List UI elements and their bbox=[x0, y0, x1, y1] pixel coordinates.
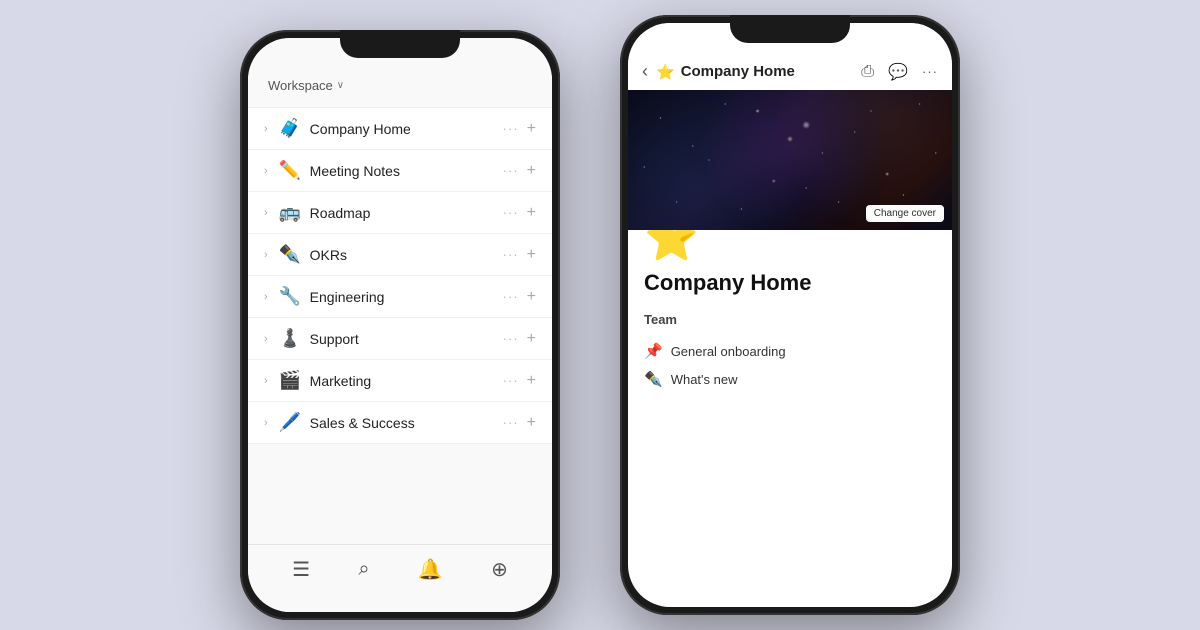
item-emoji: 🧳 bbox=[278, 118, 302, 139]
add-icon[interactable]: + bbox=[527, 120, 536, 138]
nav-item-roadmap[interactable]: › 🚌 Roadmap ··· + bbox=[248, 192, 552, 234]
change-cover-button[interactable]: Change cover bbox=[866, 205, 944, 222]
expand-icon: › bbox=[264, 333, 268, 345]
more-icon[interactable]: ··· bbox=[503, 121, 519, 136]
item-actions: ··· + bbox=[503, 162, 536, 180]
page-header-title: ⭐ Company Home bbox=[656, 63, 853, 81]
expand-icon: › bbox=[264, 123, 268, 135]
nav-item-company-home[interactable]: › 🧳 Company Home ··· + bbox=[248, 107, 552, 150]
list-icon[interactable]: ☰ bbox=[292, 557, 310, 582]
sub-item-label: General onboarding bbox=[671, 344, 786, 359]
add-icon[interactable]: + bbox=[527, 204, 536, 222]
nav-item-okrs[interactable]: › ✒️ OKRs ··· + bbox=[248, 234, 552, 276]
expand-icon: › bbox=[264, 207, 268, 219]
nav-list: › 🧳 Company Home ··· + › ✏️ Meeting Note… bbox=[248, 107, 552, 544]
item-emoji: 🎬 bbox=[278, 370, 302, 391]
left-phone: Workspace ∨ › 🧳 Company Home ··· + › ✏️ bbox=[240, 30, 560, 620]
back-button[interactable]: ‹ bbox=[642, 61, 648, 82]
header-star-emoji: ⭐ bbox=[656, 63, 675, 81]
item-actions: ··· + bbox=[503, 204, 536, 222]
item-label: Meeting Notes bbox=[310, 163, 495, 179]
add-icon[interactable]: + bbox=[527, 162, 536, 180]
more-icon[interactable]: ··· bbox=[503, 415, 519, 430]
compose-icon[interactable]: ⊕ bbox=[491, 557, 508, 582]
right-notch bbox=[730, 15, 850, 43]
item-label: Sales & Success bbox=[310, 415, 495, 431]
more-icon[interactable]: ··· bbox=[503, 163, 519, 178]
workspace-selector[interactable]: Workspace ∨ bbox=[268, 78, 532, 99]
expand-icon: › bbox=[264, 249, 268, 261]
comment-icon[interactable]: 💬 bbox=[888, 62, 908, 82]
left-notch bbox=[340, 30, 460, 58]
item-actions: ··· + bbox=[503, 414, 536, 432]
bell-icon[interactable]: 🔔 bbox=[418, 557, 443, 582]
left-screen: Workspace ∨ › 🧳 Company Home ··· + › ✏️ bbox=[248, 38, 552, 612]
right-screen: ‹ ⭐ Company Home ⎙ 💬 ··· Change cover ⭐ … bbox=[628, 23, 952, 607]
more-icon[interactable]: ··· bbox=[503, 247, 519, 262]
item-label: Roadmap bbox=[310, 205, 495, 221]
search-icon[interactable]: ⌕ bbox=[358, 558, 369, 581]
add-icon[interactable]: + bbox=[527, 288, 536, 306]
page-content: ⭐ Company Home Team 📌 General onboarding… bbox=[628, 230, 952, 607]
item-actions: ··· + bbox=[503, 330, 536, 348]
nav-item-marketing[interactable]: › 🎬 Marketing ··· + bbox=[248, 360, 552, 402]
item-emoji: ♟️ bbox=[278, 328, 302, 349]
expand-icon: › bbox=[264, 165, 268, 177]
item-emoji: 🔧 bbox=[278, 286, 302, 307]
item-label: Marketing bbox=[310, 373, 495, 389]
share-icon[interactable]: ⎙ bbox=[861, 63, 874, 81]
item-emoji: 🖊️ bbox=[278, 412, 302, 433]
more-icon[interactable]: ··· bbox=[503, 331, 519, 346]
item-label: Support bbox=[310, 331, 495, 347]
add-icon[interactable]: + bbox=[527, 330, 536, 348]
more-icon[interactable]: ··· bbox=[503, 373, 519, 388]
item-emoji: 🚌 bbox=[278, 202, 302, 223]
more-icon[interactable]: ··· bbox=[503, 205, 519, 220]
sub-item-emoji: 📌 bbox=[644, 342, 663, 360]
nav-item-meeting-notes[interactable]: › ✏️ Meeting Notes ··· + bbox=[248, 150, 552, 192]
sub-item-onboarding[interactable]: 📌 General onboarding bbox=[644, 337, 936, 365]
item-actions: ··· + bbox=[503, 288, 536, 306]
workspace-label-text: Workspace bbox=[268, 78, 333, 93]
item-actions: ··· + bbox=[503, 372, 536, 390]
cover-image: Change cover bbox=[628, 90, 952, 230]
add-icon[interactable]: + bbox=[527, 372, 536, 390]
bottom-toolbar: ☰ ⌕ 🔔 ⊕ bbox=[248, 544, 552, 612]
item-label: Engineering bbox=[310, 289, 495, 305]
item-actions: ··· + bbox=[503, 246, 536, 264]
more-icon[interactable]: ··· bbox=[503, 289, 519, 304]
item-emoji: ✒️ bbox=[278, 244, 302, 265]
sub-item-emoji: ✒️ bbox=[644, 370, 663, 388]
header-title-text: Company Home bbox=[681, 63, 795, 80]
nav-item-sales[interactable]: › 🖊️ Sales & Success ··· + bbox=[248, 402, 552, 444]
item-label: OKRs bbox=[310, 247, 495, 263]
item-emoji: ✏️ bbox=[278, 160, 302, 181]
nav-item-support[interactable]: › ♟️ Support ··· + bbox=[248, 318, 552, 360]
page-title: Company Home bbox=[644, 270, 936, 296]
sub-item-whats-new[interactable]: ✒️ What's new bbox=[644, 365, 936, 393]
expand-icon: › bbox=[264, 375, 268, 387]
section-label: Team bbox=[644, 312, 936, 327]
workspace-chevron-icon: ∨ bbox=[337, 80, 344, 91]
sub-item-label: What's new bbox=[671, 372, 738, 387]
phones-container: Workspace ∨ › 🧳 Company Home ··· + › ✏️ bbox=[0, 0, 1200, 630]
more-options-icon[interactable]: ··· bbox=[922, 64, 938, 79]
expand-icon: › bbox=[264, 417, 268, 429]
expand-icon: › bbox=[264, 291, 268, 303]
header-actions: ⎙ 💬 ··· bbox=[861, 62, 938, 82]
add-icon[interactable]: + bbox=[527, 246, 536, 264]
item-actions: ··· + bbox=[503, 120, 536, 138]
add-icon[interactable]: + bbox=[527, 414, 536, 432]
item-label: Company Home bbox=[310, 121, 495, 137]
right-phone: ‹ ⭐ Company Home ⎙ 💬 ··· Change cover ⭐ … bbox=[620, 15, 960, 615]
nav-item-engineering[interactable]: › 🔧 Engineering ··· + bbox=[248, 276, 552, 318]
